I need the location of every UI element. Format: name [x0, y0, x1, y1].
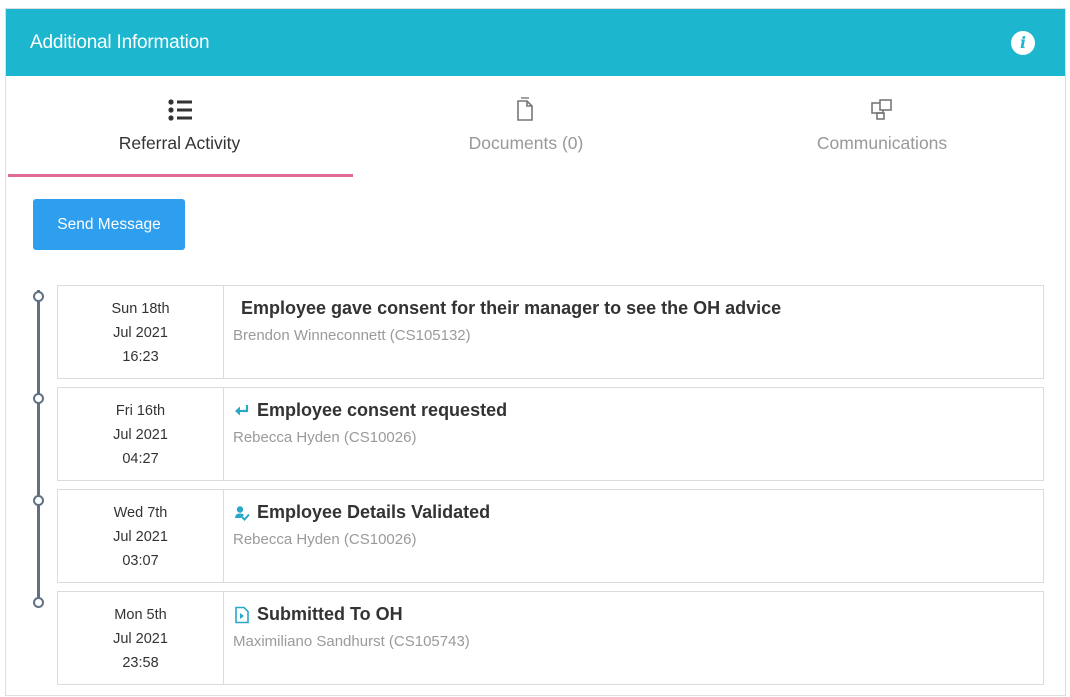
activity-month-year: Jul 2021 — [113, 631, 168, 647]
timeline-dot — [33, 291, 44, 302]
tab-bar: Referral Activity Documents (0) Communic… — [6, 76, 1065, 177]
activity-user: Maximiliano Sandhurst (CS105743) — [233, 633, 470, 650]
activity-day: Sun 18th — [111, 301, 170, 317]
activity-month-year: Jul 2021 — [113, 325, 168, 341]
communications-icon — [869, 97, 895, 123]
activity-item: Sun 18th Jul 2021 16:23 Employee gave co… — [57, 285, 1044, 379]
activity-month-year: Jul 2021 — [113, 529, 168, 545]
user-check-icon — [233, 504, 251, 522]
activity-user: Rebecca Hyden (CS10026) — [233, 429, 417, 446]
tab-label: Documents (0) — [468, 133, 584, 153]
timeline-line — [37, 290, 40, 598]
reply-arrow-icon — [233, 402, 251, 420]
activity-time: 16:23 — [122, 349, 159, 365]
document-send-icon — [233, 606, 251, 624]
activity-item: Wed 7th Jul 2021 03:07 Employee Details … — [57, 489, 1044, 583]
tab-label: Referral Activity — [118, 133, 241, 153]
activity-time: 23:58 — [122, 655, 159, 671]
activity-title: Employee gave consent for their manager … — [233, 298, 781, 319]
document-icon — [515, 97, 537, 123]
activity-date: Fri 16th Jul 2021 04:27 — [58, 388, 224, 480]
activity-user: Brendon Winneconnett (CS105132) — [233, 327, 471, 344]
activity-body: Employee consent requested Rebecca Hyden… — [224, 388, 507, 480]
tab-referral-activity[interactable]: Referral Activity — [6, 76, 353, 177]
activity-date: Wed 7th Jul 2021 03:07 — [58, 490, 224, 582]
tab-documents[interactable]: Documents (0) — [353, 76, 699, 177]
activity-title-text: Employee gave consent for their manager … — [241, 298, 782, 318]
timeline-dot — [33, 597, 44, 608]
activity-day: Wed 7th — [113, 505, 168, 521]
activity-title-text: Employee consent requested — [257, 400, 508, 420]
list-icon — [167, 97, 193, 123]
timeline-dot — [33, 393, 44, 404]
tab-label: Communications — [816, 133, 948, 153]
panel-header: Additional Information i — [6, 9, 1065, 76]
activity-title: Submitted To OH — [233, 604, 470, 625]
activity-item: Mon 5th Jul 2021 23:58 Submitted To OH M… — [57, 591, 1044, 685]
activity-time: 03:07 — [122, 553, 159, 569]
info-icon[interactable]: i — [1011, 30, 1035, 55]
activity-day: Mon 5th — [114, 607, 167, 623]
activity-body: Submitted To OH Maximiliano Sandhurst (C… — [224, 592, 470, 684]
activity-user: Rebecca Hyden (CS10026) — [233, 531, 417, 548]
activity-title-text: Submitted To OH — [257, 604, 403, 624]
activity-month-year: Jul 2021 — [113, 427, 168, 443]
send-message-button[interactable]: Send Message — [33, 199, 185, 250]
tab-communications[interactable]: Communications — [699, 76, 1065, 177]
panel-title: Additional Information — [30, 31, 210, 53]
activity-body: Employee gave consent for their manager … — [224, 286, 781, 378]
activity-date: Mon 5th Jul 2021 23:58 — [58, 592, 224, 684]
activity-date: Sun 18th Jul 2021 16:23 — [58, 286, 224, 378]
activity-item: Fri 16th Jul 2021 04:27 Employee consent… — [57, 387, 1044, 481]
activity-title-text: Employee Details Validated — [257, 502, 491, 522]
activity-body: Employee Details Validated Rebecca Hyden… — [224, 490, 490, 582]
activity-title: Employee consent requested — [233, 400, 507, 421]
timeline-dot — [33, 495, 44, 506]
activity-time: 04:27 — [122, 451, 159, 467]
activity-day: Fri 16th — [115, 403, 166, 419]
activity-title: Employee Details Validated — [233, 502, 490, 523]
